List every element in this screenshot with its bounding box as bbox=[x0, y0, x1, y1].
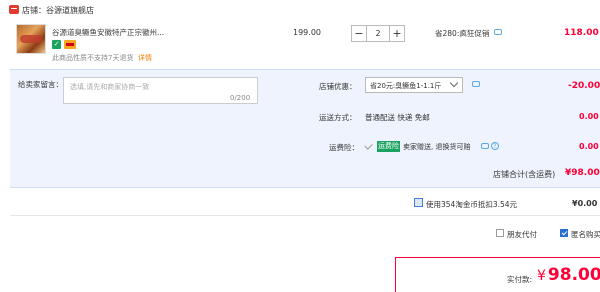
chat-icon[interactable] bbox=[494, 29, 502, 35]
detail-link[interactable]: 详情 bbox=[138, 53, 152, 63]
insurance-label: 运费险： bbox=[329, 143, 359, 152]
insurance-description: 卖家赠送, 退换货可赔 bbox=[403, 143, 471, 151]
help-icon[interactable]: ? bbox=[491, 142, 499, 150]
shop-total-label: 店铺合计(含运费) bbox=[493, 170, 556, 179]
coin-checkbox[interactable] bbox=[414, 198, 423, 207]
item-total: 118.00 bbox=[564, 28, 599, 38]
currency-symbol: ¥ bbox=[537, 268, 546, 284]
payment-amount-value: 98.00 bbox=[547, 265, 600, 285]
coin-deduction-text[interactable]: 使用354淘金币抵扣3.54元 bbox=[426, 199, 517, 210]
chat-icon[interactable] bbox=[472, 81, 480, 87]
shop-discount-label: 店铺优惠： bbox=[319, 82, 357, 91]
no-return-notice: 此商品性质不支持7天退货 bbox=[52, 54, 134, 62]
anonymous-label[interactable]: 匿名购买 bbox=[571, 229, 600, 240]
insurance-amount: 0.00 bbox=[579, 142, 599, 151]
message-char-counter: 0/200 bbox=[230, 94, 251, 102]
divider bbox=[10, 215, 600, 216]
payment-amount: ¥98.00 bbox=[537, 265, 600, 285]
promotion-text: 省280:疯狂促销 bbox=[435, 29, 490, 38]
anonymous-checkbox[interactable] bbox=[560, 229, 568, 237]
payment-label: 实付款: bbox=[507, 275, 533, 284]
service-badge-icon bbox=[64, 40, 76, 49]
divider bbox=[10, 69, 600, 70]
shipping-label: 运送方式： bbox=[319, 113, 357, 122]
shop-name[interactable]: 店铺：谷源道旗舰店 bbox=[22, 5, 94, 16]
chat-icon[interactable] bbox=[481, 143, 489, 149]
shop-total-value: ¥98.00 bbox=[565, 168, 600, 178]
insurance-tag: 运费险 bbox=[377, 141, 400, 152]
product-title[interactable]: 谷源道臭鳜鱼安徽特产正宗徽州... bbox=[52, 27, 202, 38]
friend-pay-checkbox[interactable] bbox=[496, 229, 504, 237]
shipping-amount: 0.00 bbox=[579, 112, 599, 121]
product-thumbnail[interactable] bbox=[16, 24, 46, 54]
shipping-method: 普通配送 快递 免邮 bbox=[365, 113, 430, 122]
unit-price: 199.00 bbox=[293, 28, 321, 37]
discount-amount: -20.00 bbox=[568, 81, 600, 91]
quantity-input[interactable]: 2 bbox=[367, 25, 389, 42]
coin-amount: ¥0.00 bbox=[572, 199, 598, 208]
quantity-decrease-button[interactable]: − bbox=[351, 25, 367, 42]
quantity-increase-button[interactable]: + bbox=[389, 25, 405, 42]
friend-pay-label[interactable]: 朋友代付 bbox=[507, 229, 537, 240]
shield-icon: ✓ bbox=[52, 40, 61, 49]
message-label: 给卖家留言： bbox=[18, 80, 63, 89]
message-placeholder: 选填,请先和商家协商一致 bbox=[70, 83, 150, 91]
divider bbox=[10, 187, 600, 188]
shop-icon bbox=[9, 5, 19, 14]
shop-discount-selected[interactable]: 省20元:臭鳜鱼1-1.1斤 bbox=[370, 81, 441, 91]
